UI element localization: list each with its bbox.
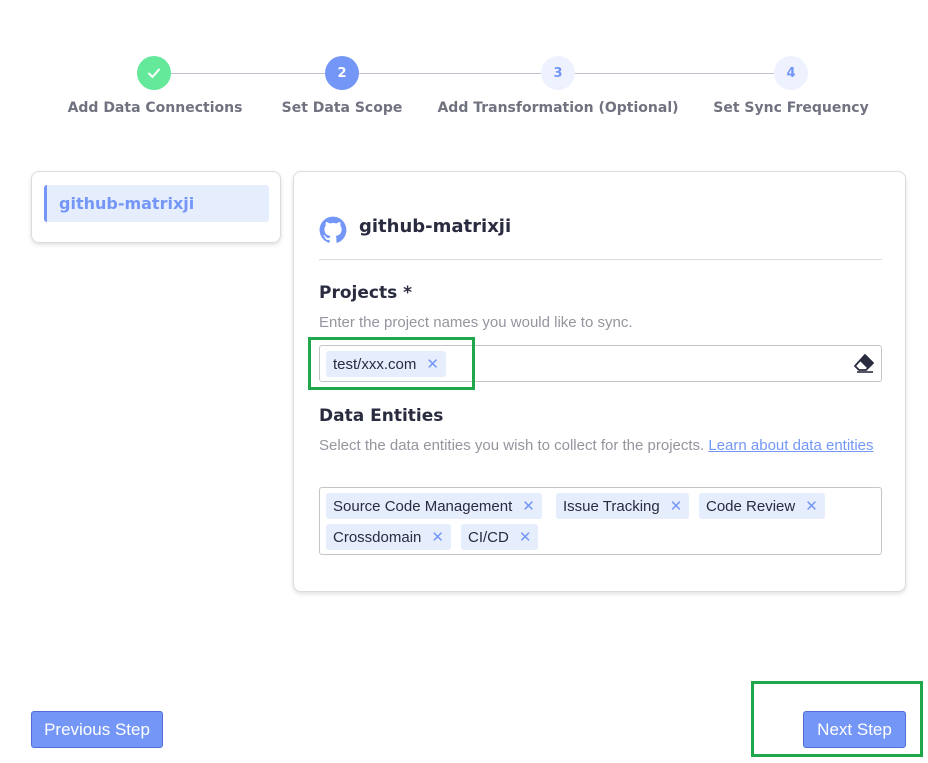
- remove-tag-icon[interactable]: ✕: [522, 497, 535, 515]
- step-3-label: Add Transformation (Optional): [437, 100, 679, 116]
- step-connector: [359, 73, 541, 74]
- previous-step-button[interactable]: Previous Step: [31, 711, 163, 748]
- connection-item-github-matrixji[interactable]: github-matrixji: [44, 185, 269, 222]
- entities-description-text: Select the data entities you wish to col…: [319, 437, 705, 454]
- github-icon: [319, 216, 347, 243]
- entity-tag-label: Code Review: [706, 497, 796, 515]
- entity-tag-label: Crossdomain: [333, 528, 422, 546]
- stepper: 2 3 4 Add Data Connections Set Data Scop…: [0, 0, 928, 130]
- remove-tag-icon[interactable]: ✕: [519, 528, 532, 546]
- remove-tag-icon[interactable]: ✕: [805, 497, 818, 515]
- step-1-check-icon: [137, 56, 171, 90]
- step-4-label: Set Sync Frequency: [713, 100, 869, 116]
- step-connector: [575, 73, 774, 74]
- step-3-circle: 3: [541, 56, 575, 90]
- learn-about-entities-link[interactable]: Learn about data entities: [708, 437, 873, 454]
- entity-tag: Issue Tracking ✕: [556, 493, 690, 519]
- remove-tag-icon[interactable]: ✕: [670, 497, 683, 515]
- entity-tag: Code Review ✕: [699, 493, 825, 519]
- remove-tag-icon[interactable]: ✕: [431, 528, 444, 546]
- card-title: github-matrixji: [359, 216, 512, 237]
- projects-description: Enter the project names you would like t…: [319, 314, 633, 331]
- entity-tag-label: Source Code Management: [333, 497, 513, 515]
- step-connector: [171, 73, 325, 74]
- entity-tag-label: CI/CD: [468, 528, 509, 546]
- projects-tag-highlight: [308, 337, 475, 390]
- projects-title: Projects *: [319, 283, 413, 303]
- entity-tag: Crossdomain ✕: [326, 524, 451, 550]
- entities-description: Select the data entities you wish to col…: [319, 436, 879, 455]
- step-4-circle: 4: [774, 56, 808, 90]
- eraser-icon[interactable]: [853, 353, 875, 373]
- entities-title: Data Entities: [319, 406, 444, 426]
- next-step-button[interactable]: Next Step: [803, 711, 906, 748]
- entity-tag-label: Issue Tracking: [563, 497, 660, 515]
- connection-list: github-matrixji: [31, 171, 281, 243]
- step-1-label: Add Data Connections: [67, 100, 243, 116]
- step-2-label: Set Data Scope: [281, 100, 403, 116]
- entity-tag: CI/CD ✕: [461, 524, 539, 550]
- entity-tag: Source Code Management ✕: [326, 493, 542, 519]
- step-2-circle: 2: [325, 56, 359, 90]
- card-header: github-matrixji: [319, 212, 882, 260]
- entities-input[interactable]: Source Code Management ✕ Issue Tracking …: [319, 487, 882, 555]
